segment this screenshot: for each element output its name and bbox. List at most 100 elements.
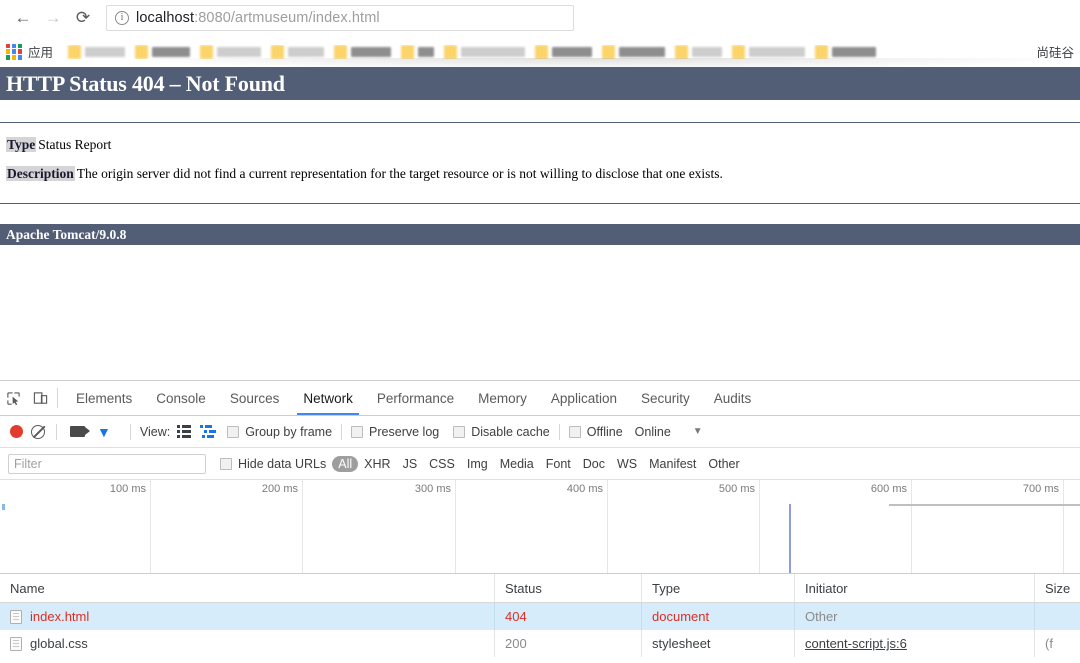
bookmark-item[interactable] [670,44,727,59]
url-path: :8080/artmuseum/index.html [194,10,380,26]
type-filter-doc[interactable]: Doc [577,456,611,472]
bookmark-item[interactable] [130,44,195,59]
bookmark-item[interactable] [439,44,530,59]
type-filter-xhr[interactable]: XHR [358,456,396,472]
separator [341,423,343,440]
bookmark-item[interactable] [329,44,396,59]
cell-type: stylesheet [642,630,795,657]
apps-label[interactable]: 应用 [28,42,53,61]
back-button[interactable]: ← [8,3,38,33]
inspect-element-icon[interactable] [0,381,27,415]
clear-icon[interactable] [31,424,45,439]
network-toolbar: ▼ View: Group by frame Preserve log Disa… [0,416,1080,448]
tab-elements[interactable]: Elements [64,381,144,415]
column-header-size[interactable]: Size [1035,574,1080,602]
hide-data-urls-checkbox[interactable]: Hide data URLs [220,457,326,471]
view-waterfall-icon[interactable] [200,425,217,438]
network-timeline-overview[interactable]: 100 ms 200 ms 300 ms 400 ms 500 ms 600 m… [0,480,1080,574]
tab-network[interactable]: Network [291,381,365,415]
bookmark-favicon [602,44,616,59]
type-filter-other[interactable]: Other [702,456,745,472]
timeline-tick-300: 300 ms [414,483,451,495]
record-button-icon[interactable] [10,425,23,438]
tab-performance[interactable]: Performance [365,381,466,415]
type-filter-js[interactable]: JS [397,456,424,472]
type-filter-ws[interactable]: WS [611,456,643,472]
bookmarks-bar: 应用 尚硅谷 [0,36,1080,70]
filter-input[interactable] [8,453,206,474]
type-filter-img[interactable]: Img [461,456,494,472]
disable-cache-checkbox[interactable]: Disable cache [453,425,550,439]
initiator-link[interactable]: content-script.js:6 [805,636,907,651]
cell-initiator[interactable]: content-script.js:6 [795,630,1035,657]
description-label: Description [6,166,75,181]
bookmark-item-shanggugu[interactable]: 尚硅谷 [1036,42,1080,61]
browser-chrome: ← → ⟳ i localhost:8080/artmuseum/index.h… [0,0,1080,70]
description-value: The origin server did not find a current… [76,166,723,181]
bookmark-item[interactable] [530,44,597,59]
bookmark-item[interactable] [195,44,266,59]
forward-button[interactable]: → [38,3,68,33]
cell-size [1035,603,1080,630]
tab-memory[interactable]: Memory [466,381,539,415]
table-row[interactable]: global.css 200 stylesheet content-script… [0,630,1080,657]
bookmark-item[interactable] [63,44,130,59]
type-filter-font[interactable]: Font [540,456,577,472]
group-by-frame-checkbox[interactable]: Group by frame [227,425,332,439]
online-throttle-label[interactable]: Online [635,425,671,439]
cell-size: (f [1045,636,1053,651]
tab-security[interactable]: Security [629,381,702,415]
preserve-log-label: Preserve log [369,424,440,439]
bookmark-label [152,46,191,57]
bookmark-label [749,46,806,57]
bookmark-item[interactable] [727,44,810,59]
checkbox-box [351,425,364,438]
cell-name: index.html [0,603,495,630]
tab-console[interactable]: Console [144,381,218,415]
type-row: Type Status Report [0,137,1080,153]
page-info-icon[interactable]: i [115,11,129,25]
apps-grid-icon[interactable] [6,43,22,60]
stylesheet-icon [10,636,22,651]
device-toolbar-icon[interactable] [27,381,54,415]
bookmark-item[interactable] [396,44,439,59]
tab-sources[interactable]: Sources [218,381,292,415]
timeline-tick-100: 100 ms [109,483,146,495]
bookmark-favicon [401,44,415,59]
type-filter-manifest[interactable]: Manifest [643,456,702,472]
bookmark-item[interactable] [810,44,881,59]
column-header-status[interactable]: Status [495,574,642,602]
view-list-icon[interactable] [177,425,192,438]
cell-initiator: Other [795,603,1035,630]
column-header-type[interactable]: Type [642,574,795,602]
timeline-tick-600: 600 ms [870,483,907,495]
url-text: localhost:8080/artmuseum/index.html [136,10,380,26]
offline-checkbox[interactable]: Offline [568,425,623,439]
bookmark-item[interactable] [597,44,670,59]
column-header-name[interactable]: Name [0,574,495,602]
bookmark-item[interactable] [266,44,329,59]
bookmark-label [832,46,877,57]
type-filter-css[interactable]: CSS [423,456,461,472]
address-bar[interactable]: i localhost:8080/artmuseum/index.html [106,5,574,31]
bookmark-favicon [135,44,149,59]
bookmark-favicon [675,44,689,59]
reload-button[interactable]: ⟳ [68,3,98,33]
screenshot-camera-icon[interactable] [70,426,90,437]
bookmark-favicon [535,44,549,59]
type-filter-all[interactable]: All [332,455,359,472]
bookmark-label [418,46,435,57]
tab-audits[interactable]: Audits [702,381,764,415]
preserve-log-checkbox[interactable]: Preserve log [351,425,439,439]
cell-status: 404 [495,603,642,630]
tab-application[interactable]: Application [539,381,629,415]
type-filter-media[interactable]: Media [494,456,540,472]
timeline-tick-500: 500 ms [718,483,755,495]
column-header-initiator[interactable]: Initiator [795,574,1035,602]
chevron-down-icon[interactable]: ▼ [693,426,703,437]
timeline-tick-200: 200 ms [261,483,298,495]
table-header-row: Name Status Type Initiator Size [0,574,1080,603]
filter-funnel-icon[interactable]: ▼ [97,425,111,439]
bookmark-favicon [68,44,82,59]
table-row[interactable]: index.html 404 document Other [0,603,1080,630]
